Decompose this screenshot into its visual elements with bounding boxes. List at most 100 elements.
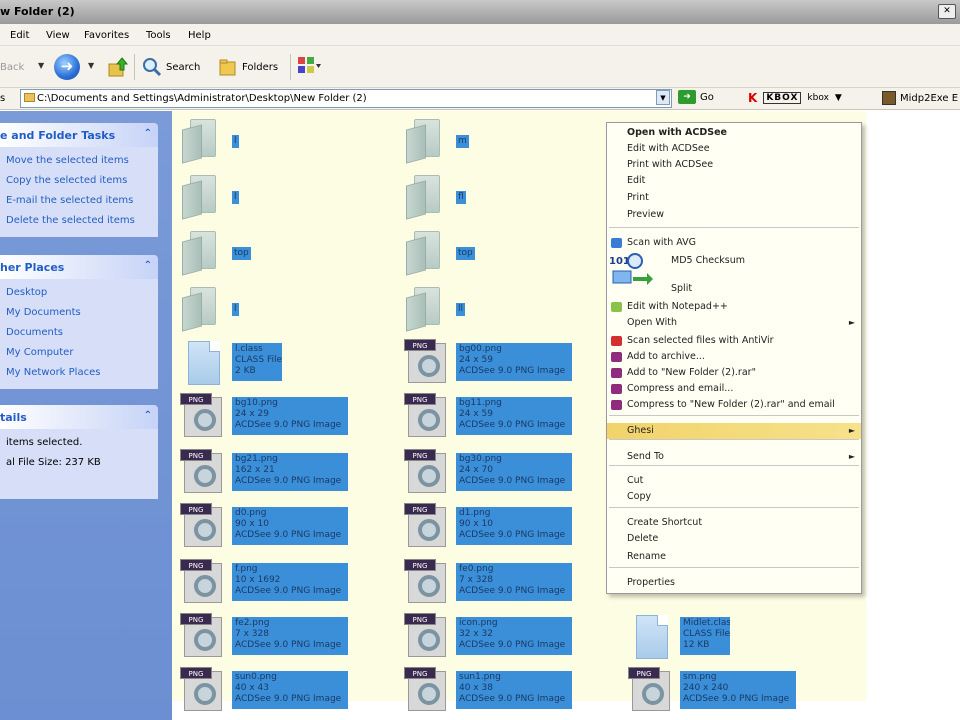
file-item[interactable]: PNG sun0.png 40 x 43 ACDSee 9.0 PNG Image: [176, 667, 386, 717]
folder-icon: [406, 175, 442, 220]
folder-icon: [406, 119, 442, 164]
menu-item-edit-with-notepad[interactable]: Edit with Notepad++: [607, 299, 861, 315]
collapse-icon[interactable]: ⌃: [144, 128, 152, 139]
place-my-network[interactable]: My Network Places: [6, 363, 158, 383]
file-item[interactable]: PNG icon.png 32 x 32 ACDSee 9.0 PNG Image: [400, 613, 610, 663]
file-item[interactable]: fl: [400, 171, 610, 221]
midp2exe-button[interactable]: Midp2Exe E: [882, 91, 958, 105]
file-name: fe0.png: [459, 564, 494, 574]
menu-tools[interactable]: Tools: [146, 30, 171, 41]
toolbar: Back ▼ ➜ ▼ Search Folders: [0, 46, 960, 88]
menu-item-open-with[interactable]: Open With ►: [607, 315, 861, 331]
back-dropdown-icon[interactable]: ▼: [38, 61, 44, 70]
file-type: ACDSee 9.0 PNG Image: [459, 366, 566, 376]
menu-item-edit[interactable]: Edit: [607, 173, 861, 189]
up-folder-icon[interactable]: [106, 56, 128, 78]
place-desktop[interactable]: Desktop: [6, 283, 158, 303]
panel-header[interactable]: her Places ⌃: [0, 255, 158, 279]
menu-item-properties[interactable]: Properties: [607, 575, 861, 591]
address-input[interactable]: C:\Documents and Settings\Administrator\…: [20, 89, 672, 108]
menu-item-open-with-acdsee[interactable]: Open with ACDSee: [607, 125, 861, 141]
menu-item-copy[interactable]: Copy: [607, 489, 861, 505]
file-item[interactable]: PNG sun1.png 40 x 38 ACDSee 9.0 PNG Image: [400, 667, 610, 717]
panel-header[interactable]: e and Folder Tasks ⌃: [0, 123, 158, 147]
menu-item-label: Send To: [627, 451, 664, 462]
file-item[interactable]: top: [400, 227, 610, 277]
file-type: ACDSee 9.0 PNG Image: [235, 530, 342, 540]
file-item[interactable]: l.class CLASS File 2 KB: [176, 339, 386, 389]
menu-edit[interactable]: Edit: [10, 30, 29, 41]
folders-button[interactable]: Folders: [218, 56, 278, 78]
menu-item-add-to-new-folder-2-rar[interactable]: Add to "New Folder (2).rar": [607, 365, 861, 381]
menu-item-edit-with-acdsee[interactable]: Edit with ACDSee: [607, 141, 861, 157]
forward-arrow-icon[interactable]: ➜: [54, 54, 80, 80]
file-item[interactable]: PNG d0.png 90 x 10 ACDSee 9.0 PNG Image: [176, 503, 386, 553]
folder-icon: [24, 93, 35, 102]
menu-item-preview[interactable]: Preview: [607, 207, 861, 223]
file-name: l: [232, 135, 239, 148]
menu-item-print-with-acdsee[interactable]: Print with ACDSee: [607, 157, 861, 173]
menu-item-scan-selected-files-with-antivir[interactable]: Scan selected files with AntiVir: [607, 333, 861, 349]
file-item[interactable]: Midlet.classCLASS File12 KB: [624, 613, 834, 663]
back-button[interactable]: Back: [0, 62, 24, 73]
search-button[interactable]: Search: [142, 56, 200, 78]
menu-view[interactable]: View: [46, 30, 70, 41]
panel-title: e and Folder Tasks: [0, 129, 116, 142]
file-item[interactable]: PNG bg11.png 24 x 59 ACDSee 9.0 PNG Image: [400, 393, 610, 443]
file-item[interactable]: PNG sm.png 240 x 240 ACDSee 9.0 PNG Image: [624, 667, 834, 717]
task-delete[interactable]: Delete the selected items: [6, 211, 158, 231]
file-item[interactable]: PNG bg21.png 162 x 21 ACDSee 9.0 PNG Image: [176, 449, 386, 499]
file-item[interactable]: PNG bg00.png 24 x 59 ACDSee 9.0 PNG Image: [400, 339, 610, 389]
rar-icon: [611, 384, 622, 394]
forward-dropdown-icon[interactable]: ▼: [88, 61, 94, 70]
task-move[interactable]: Move the selected items: [6, 151, 158, 171]
file-item[interactable]: l: [176, 171, 386, 221]
menu-item-cut[interactable]: Cut: [607, 473, 861, 489]
place-my-documents[interactable]: My Documents: [6, 303, 158, 323]
menu-item-create-shortcut[interactable]: Create Shortcut: [607, 515, 861, 531]
menu-item-rename[interactable]: Rename: [607, 549, 861, 565]
menu-item-print[interactable]: Print: [607, 190, 861, 206]
file-name: fe2.png: [235, 618, 270, 628]
go-button[interactable]: ➜ Go: [678, 90, 714, 104]
place-documents[interactable]: Documents: [6, 323, 158, 343]
file-item[interactable]: PNG bg10.png 24 x 29 ACDSee 9.0 PNG Image: [176, 393, 386, 443]
collapse-icon[interactable]: ⌃: [144, 260, 152, 271]
file-item[interactable]: ll: [400, 283, 610, 333]
panel-title: tails: [0, 411, 27, 424]
file-item[interactable]: l: [176, 115, 386, 165]
menu-item-label: Edit: [627, 175, 646, 186]
file-item[interactable]: top: [176, 227, 386, 277]
file-type: ACDSee 9.0 PNG Image: [459, 586, 566, 596]
close-window-button[interactable]: ✕: [938, 4, 956, 19]
menu-item-ghesi[interactable]: Ghesi ►: [607, 423, 861, 439]
menu-item-scan-with-avg[interactable]: Scan with AVG: [607, 235, 861, 251]
file-item[interactable]: PNG f.png 10 x 1692 ACDSee 9.0 PNG Image: [176, 559, 386, 609]
file-item[interactable]: l: [176, 283, 386, 333]
file-details: fe2.png 7 x 328 ACDSee 9.0 PNG Image: [232, 617, 348, 655]
task-copy[interactable]: Copy the selected items: [6, 171, 158, 191]
panel-header[interactable]: tails ⌃: [0, 405, 158, 429]
views-icon[interactable]: [296, 54, 322, 78]
menu-item-delete[interactable]: Delete: [607, 531, 861, 547]
menu-item-label: Delete: [627, 533, 659, 544]
task-email[interactable]: E-mail the selected items: [6, 191, 158, 211]
place-my-computer[interactable]: My Computer: [6, 343, 158, 363]
menu-item-compress-to-new-folder-2-rar-and-email[interactable]: Compress to "New Folder (2).rar" and ema…: [607, 397, 861, 413]
file-details: bg30.png 24 x 70 ACDSee 9.0 PNG Image: [456, 453, 572, 491]
file-item[interactable]: PNG d1.png 90 x 10 ACDSee 9.0 PNG Image: [400, 503, 610, 553]
menu-help[interactable]: Help: [188, 30, 211, 41]
file-item[interactable]: PNG fe2.png 7 x 328 ACDSee 9.0 PNG Image: [176, 613, 386, 663]
kbox-toolbar[interactable]: K KBOX kbox ▼: [748, 91, 842, 105]
file-item[interactable]: PNG fe0.png 7 x 328 ACDSee 9.0 PNG Image: [400, 559, 610, 609]
collapse-icon[interactable]: ⌃: [144, 410, 152, 421]
menu-item-compress-and-email[interactable]: Compress and email...: [607, 381, 861, 397]
file-item[interactable]: m: [400, 115, 610, 165]
file-type: ACDSee 9.0 PNG Image: [459, 694, 566, 704]
menu-item-send-to[interactable]: Send To ►: [607, 449, 861, 465]
file-item[interactable]: PNG bg30.png 24 x 70 ACDSee 9.0 PNG Image: [400, 449, 610, 499]
menu-item-add-to-archive[interactable]: Add to archive...: [607, 349, 861, 365]
address-dropdown-button[interactable]: ▼: [656, 90, 670, 105]
chevron-down-icon[interactable]: ▼: [835, 93, 842, 103]
menu-favorites[interactable]: Favorites: [84, 30, 129, 41]
